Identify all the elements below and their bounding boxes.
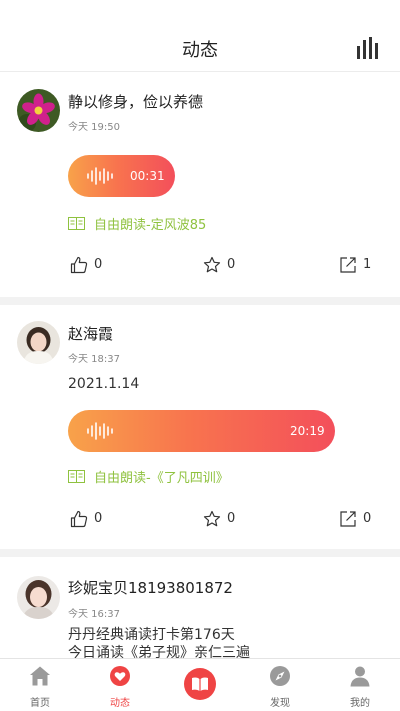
reading-title[interactable]: 自由朗读-定风波85	[94, 214, 206, 233]
share-icon	[340, 257, 356, 273]
feed-post[interactable]: 静以修身，俭以养德 今天 19:50 00:31 自由朗读-定风波85 0 0 …	[0, 73, 400, 297]
tab-activity[interactable]: 动态	[80, 659, 160, 711]
post-time: 今天 18:37	[68, 354, 120, 365]
bar-chart-icon[interactable]	[356, 37, 380, 59]
post-actions: 0 0 1	[0, 255, 400, 277]
like-count: 0	[94, 257, 103, 272]
heart-chat-icon	[110, 666, 130, 686]
feed-list[interactable]: 静以修身，俭以养德 今天 19:50 00:31 自由朗读-定风波85 0 0 …	[0, 73, 400, 658]
reading-title[interactable]: 自由朗读-《了凡四训》	[94, 467, 229, 486]
tab-label: 我的	[350, 698, 370, 709]
bottom-tab-bar: 首页 动态 发现 我的	[0, 658, 400, 711]
tab-label: 动态	[110, 698, 130, 709]
avatar[interactable]	[17, 89, 60, 132]
tab-label: 首页	[30, 698, 50, 709]
post-time: 今天 16:37	[68, 609, 120, 620]
compass-icon	[270, 666, 290, 686]
audio-player[interactable]: 00:31	[68, 155, 175, 197]
star-icon	[203, 510, 221, 527]
sound-wave-icon	[87, 422, 113, 440]
favorite-count: 0	[227, 511, 236, 526]
post-text-line: 丹丹经典诵读打卡第176天	[68, 627, 235, 643]
audio-duration: 20:19	[290, 424, 325, 438]
username[interactable]: 珍妮宝贝18193801872	[68, 577, 233, 598]
book-icon	[68, 470, 85, 483]
audio-duration: 00:31	[130, 169, 165, 183]
audio-player[interactable]: 20:19	[68, 410, 335, 452]
feed-post[interactable]: 珍妮宝贝18193801872 今天 16:37 丹丹经典诵读打卡第176天 今…	[0, 557, 400, 658]
post-text: 2021.1.14	[68, 376, 140, 392]
person-icon	[350, 666, 370, 687]
avatar[interactable]	[17, 576, 60, 619]
sound-wave-icon	[87, 167, 113, 185]
username[interactable]: 赵海霞	[68, 323, 113, 344]
post-time: 今天 19:50	[68, 122, 120, 133]
top-bar: 动态	[0, 0, 400, 72]
read-button[interactable]	[184, 668, 216, 700]
avatar[interactable]	[17, 321, 60, 364]
thumbs-up-icon	[70, 510, 88, 528]
post-actions: 0 0 0	[0, 509, 400, 531]
share-icon	[340, 511, 356, 527]
share-count: 0	[363, 511, 372, 526]
share-count: 1	[363, 257, 372, 272]
like-count: 0	[94, 511, 103, 526]
book-open-icon	[192, 677, 208, 691]
star-icon	[203, 256, 221, 273]
page-title: 动态	[182, 40, 218, 61]
tab-read[interactable]	[160, 659, 240, 711]
tab-label: 发现	[270, 698, 290, 709]
book-icon	[68, 217, 85, 230]
tab-profile[interactable]: 我的	[320, 659, 400, 711]
post-text-line: 今日诵读《弟子规》亲仁三遍	[68, 645, 250, 658]
tab-discover[interactable]: 发现	[240, 659, 320, 711]
username[interactable]: 静以修身，俭以养德	[68, 91, 203, 112]
feed-post[interactable]: 赵海霞 今天 18:37 2021.1.14 20:19 自由朗读-《了凡四训》…	[0, 305, 400, 549]
favorite-count: 0	[227, 257, 236, 272]
home-icon	[30, 666, 50, 686]
tab-home[interactable]: 首页	[0, 659, 80, 711]
thumbs-up-icon	[70, 256, 88, 274]
